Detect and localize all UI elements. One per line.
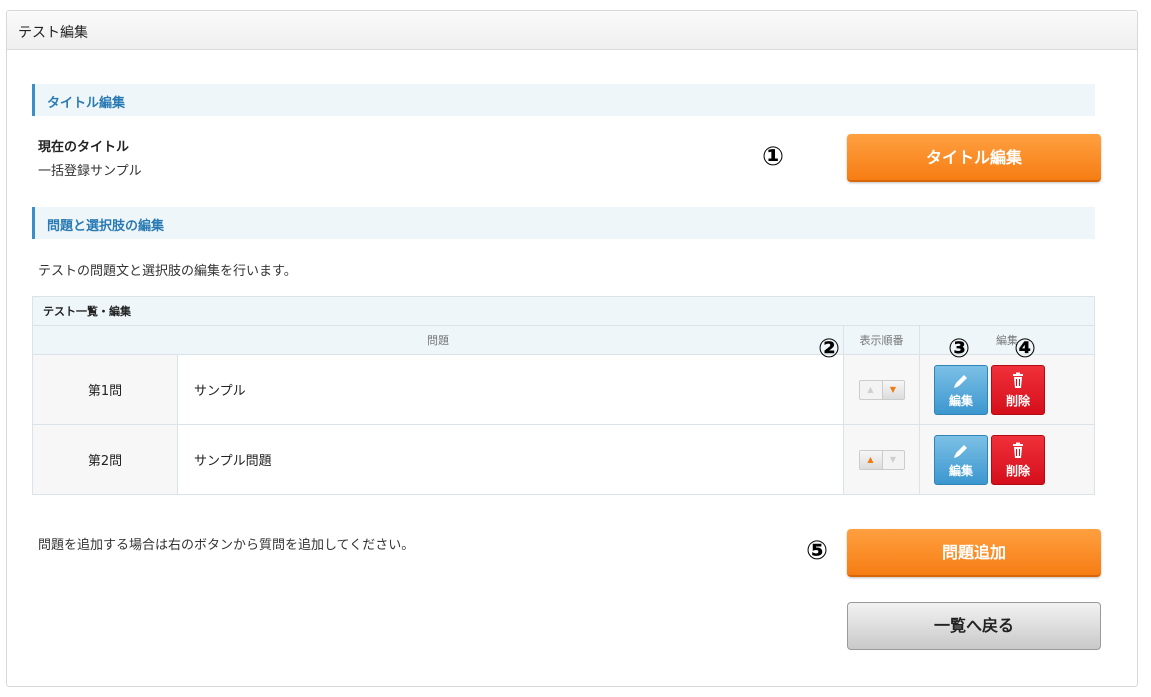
- question-text: サンプル: [177, 354, 844, 425]
- edit-question-button[interactable]: 編集: [934, 434, 988, 485]
- pencil-icon: [935, 441, 987, 463]
- column-header-ops: 編集: [919, 325, 1095, 355]
- trash-icon: [992, 441, 1044, 463]
- back-to-list-button[interactable]: 一覧へ戻る: [847, 602, 1101, 650]
- panel-title: テスト編集: [7, 11, 1137, 50]
- order-control: ▲ ▼: [843, 354, 920, 425]
- question-text: サンプル問題: [177, 424, 844, 495]
- question-edit-description: テストの問題文と選択肢の編集を行います。: [38, 264, 297, 279]
- delete-question-button[interactable]: 削除: [991, 434, 1045, 485]
- table-caption: テスト一覧・編集: [32, 296, 1095, 326]
- table-row: 第1問 サンプル ▲ ▼ 編集 削除: [32, 354, 1095, 425]
- current-title-value: 一括登録サンプル: [38, 164, 142, 179]
- add-question-button[interactable]: 問題追加: [847, 529, 1101, 577]
- row-actions: 編集 削除: [919, 354, 1095, 425]
- delete-question-button[interactable]: 削除: [991, 364, 1045, 415]
- marker-2: ②: [818, 334, 841, 364]
- pencil-icon: [935, 371, 987, 393]
- title-edit-button[interactable]: タイトル編集: [847, 134, 1101, 182]
- move-down-icon: ▼: [881, 450, 904, 469]
- marker-5: ⑤: [806, 536, 829, 566]
- marker-3: ③: [948, 334, 971, 364]
- marker-1: ①: [762, 142, 785, 172]
- move-up-icon[interactable]: ▲: [859, 450, 882, 469]
- trash-icon: [992, 371, 1044, 393]
- column-header-order: 表示順番: [843, 325, 920, 355]
- move-down-icon[interactable]: ▼: [881, 380, 904, 399]
- question-number: 第2問: [32, 424, 178, 495]
- question-number: 第1問: [32, 354, 178, 425]
- current-title-label: 現在のタイトル: [38, 140, 130, 155]
- marker-4: ④: [1014, 334, 1037, 364]
- add-question-hint: 問題を追加する場合は右のボタンから質問を追加してください。: [38, 538, 415, 553]
- move-up-icon: ▲: [867, 384, 874, 394]
- question-edit-section-heading: 問題と選択肢の編集: [32, 207, 1095, 239]
- row-actions: 編集 削除: [919, 424, 1095, 495]
- order-control: ▲ ▼: [843, 424, 920, 495]
- title-edit-section-heading: タイトル編集: [32, 84, 1095, 116]
- question-table: テスト一覧・編集 問題 表示順番 編集 第1問 サンプル ▲ ▼ 編集 削除 第…: [32, 296, 1095, 495]
- table-row: 第2問 サンプル問題 ▲ ▼ 編集 削除: [32, 424, 1095, 495]
- column-header-question: 問題: [32, 325, 844, 355]
- edit-question-button[interactable]: 編集: [934, 364, 988, 415]
